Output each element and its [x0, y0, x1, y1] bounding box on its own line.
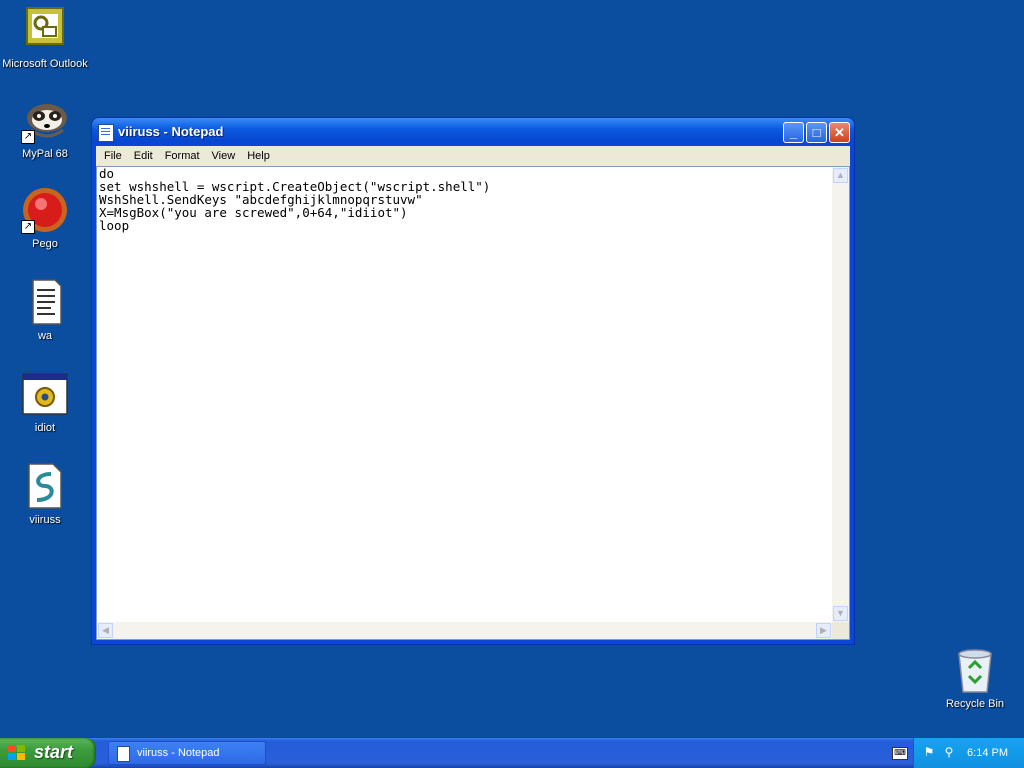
clock[interactable]: 6:14 PM	[967, 747, 1008, 759]
desktop-icon-idiot[interactable]: idiot	[0, 370, 90, 435]
outlook-icon	[21, 6, 69, 54]
horizontal-scrollbar[interactable]: ◀ ▶	[97, 622, 832, 639]
desktop-icon-pego[interactable]: ↗ Pego	[0, 186, 90, 251]
scroll-down-arrow-icon[interactable]: ▼	[833, 606, 848, 621]
desktop-icon-mypal[interactable]: ↗ MyPal 68	[0, 96, 90, 161]
title-bar[interactable]: viiruss - Notepad _ □ ✕	[92, 118, 854, 146]
desktop-icon-label: viiruss	[29, 514, 61, 526]
start-button[interactable]: start	[0, 738, 96, 768]
desktop-icon-label: Recycle Bin	[945, 698, 1005, 710]
vertical-scrollbar[interactable]: ▲ ▼	[832, 167, 849, 622]
taskbar-button-label: viiruss - Notepad	[137, 747, 220, 759]
keyboard-icon[interactable]: ⌨	[892, 747, 908, 760]
editor-content[interactable]: do set wshshell = wscript.CreateObject("…	[99, 167, 832, 622]
desktop-icon-outlook[interactable]: Microsoft Outlook	[0, 6, 90, 71]
scroll-right-arrow-icon[interactable]: ▶	[816, 623, 831, 638]
window-title: viiruss - Notepad	[118, 124, 224, 139]
close-button[interactable]: ✕	[829, 122, 850, 143]
scroll-left-arrow-icon[interactable]: ◀	[98, 623, 113, 638]
text-editor[interactable]: do set wshshell = wscript.CreateObject("…	[96, 166, 850, 640]
desktop-icon-wa[interactable]: wa	[0, 278, 90, 343]
maximize-button[interactable]: □	[806, 122, 827, 143]
menu-format[interactable]: Format	[159, 148, 206, 164]
desktop-icon-label: MyPal 68	[22, 148, 68, 160]
menu-help[interactable]: Help	[241, 148, 276, 164]
mypal-icon: ↗	[21, 96, 69, 144]
scroll-up-arrow-icon[interactable]: ▲	[833, 168, 848, 183]
system-tray: ⚑ ⚲ 6:14 PM	[913, 738, 1024, 768]
desktop-icon-label: Microsoft Outlook	[2, 58, 88, 70]
desktop-icon-viiruss[interactable]: viiruss	[0, 462, 90, 527]
minimize-button[interactable]: _	[783, 122, 804, 143]
desktop-icon-label: wa	[37, 330, 53, 342]
windows-logo-icon	[8, 745, 26, 761]
menu-view[interactable]: View	[206, 148, 242, 164]
taskbar-button-notepad[interactable]: viiruss - Notepad	[108, 741, 266, 765]
pego-icon: ↗	[21, 186, 69, 234]
program-window-icon	[21, 370, 69, 418]
script-file-icon	[21, 462, 69, 510]
window-client: File Edit Format View Help do set wshshe…	[96, 146, 850, 640]
start-label: start	[34, 742, 74, 762]
menu-file[interactable]: File	[98, 148, 128, 164]
network-icon[interactable]: ⚑	[922, 745, 936, 759]
menu-edit[interactable]: Edit	[128, 148, 159, 164]
desktop-icon-recycle-bin[interactable]: Recycle Bin	[930, 646, 1020, 711]
taskbar: start viiruss - Notepad ⌨ ⚑ ⚲ 6:14 PM	[0, 738, 1024, 768]
notepad-window: viiruss - Notepad _ □ ✕ File Edit Format…	[92, 118, 854, 644]
menu-bar: File Edit Format View Help	[96, 146, 850, 166]
search-icon[interactable]: ⚲	[942, 745, 956, 759]
shortcut-arrow-icon: ↗	[21, 220, 35, 234]
desktop-icon-label: Pego	[32, 238, 58, 250]
recycle-bin-icon	[951, 646, 999, 694]
notepad-icon	[98, 124, 114, 142]
shortcut-arrow-icon: ↗	[21, 130, 35, 144]
resize-grip[interactable]	[832, 622, 849, 639]
desktop-icon-label: idiot	[34, 422, 56, 434]
notepad-icon	[117, 746, 130, 762]
text-document-icon	[21, 278, 69, 326]
